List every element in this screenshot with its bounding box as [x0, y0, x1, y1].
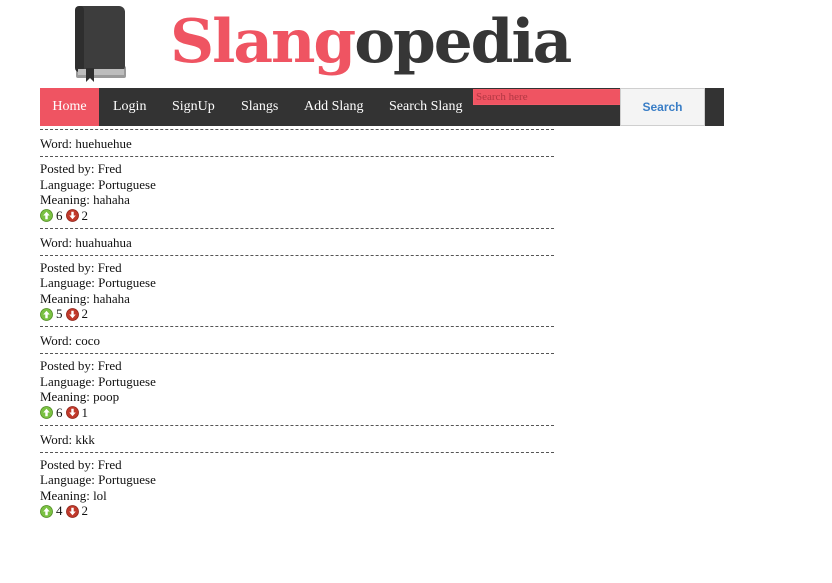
language: Language: Portuguese: [40, 472, 156, 487]
posted-by: Posted by: Fred: [40, 456, 122, 472]
upvote-count: 5: [56, 306, 63, 321]
nav-item-login[interactable]: Login: [113, 88, 146, 126]
language: Language: Portuguese: [40, 373, 156, 389]
nav-item-add-slang[interactable]: Add Slang: [304, 88, 364, 126]
slang-entry: Word: huehuehue Posted by: Fred Language…: [40, 129, 554, 228]
logo-rest-text: opedia: [354, 7, 572, 77]
slang-details: Posted by: Fred Language: Portuguese Mea…: [40, 157, 554, 228]
slang-word: Word: huahuahua: [40, 234, 132, 250]
vote-row: 6 1: [40, 405, 554, 421]
search-button[interactable]: Search: [620, 88, 705, 126]
downvote-arrow-icon[interactable]: [65, 209, 79, 222]
slang-word: Word: huehuehue: [40, 136, 132, 151]
language: Language: Portuguese: [40, 275, 156, 290]
downvote-count: 2: [81, 306, 89, 321]
downvote-arrow-icon[interactable]: [65, 504, 79, 518]
language: Language: Portuguese: [40, 176, 156, 192]
nav-item-search-slang[interactable]: Search Slang: [389, 88, 462, 126]
slang-list: Word: huehuehue Posted by: Fred Language…: [40, 129, 554, 523]
slang-details: Posted by: Fred Language: Portuguese Mea…: [40, 453, 554, 524]
meaning: Meaning: lol: [40, 487, 107, 503]
book-logo-icon: [75, 6, 126, 82]
downvote-count: 2: [81, 503, 89, 518]
vote-row: 6 2: [40, 208, 554, 224]
slang-word: Word: kkk: [40, 431, 95, 447]
posted-by: Posted by: Fred: [40, 259, 122, 275]
meaning: Meaning: poop: [40, 389, 120, 404]
downvote-count: 2: [81, 207, 89, 223]
site-logo-title: Slangopedia: [170, 0, 572, 88]
slang-word: Word: coco: [40, 333, 100, 348]
downvote-arrow-icon[interactable]: [65, 406, 79, 419]
posted-by: Posted by: Fred: [40, 358, 122, 373]
downvote-arrow-icon[interactable]: [65, 307, 79, 321]
downvote-count: 1: [81, 404, 89, 420]
slang-details: Posted by: Fred Language: Portuguese Mea…: [40, 256, 554, 327]
upvote-count: 6: [56, 207, 63, 223]
upvote-arrow-icon[interactable]: [40, 307, 53, 321]
slang-entry: Word: huahuahua Posted by: Fred Language…: [40, 227, 554, 327]
vote-row: 4 2: [40, 503, 554, 519]
slang-entry: Word: kkk Posted by: Fred Language: Port…: [40, 424, 554, 524]
nav-item-home[interactable]: Home: [40, 88, 99, 126]
vote-row: 5 2: [40, 306, 554, 322]
nav-item-slangs[interactable]: Slangs: [241, 88, 278, 126]
main-navbar: Home Login SignUp Slangs Add Slang Searc…: [40, 88, 724, 126]
nav-item-signup[interactable]: SignUp: [172, 88, 215, 126]
upvote-arrow-icon[interactable]: [40, 209, 53, 222]
slang-entry: Word: coco Posted by: Fred Language: Por…: [40, 326, 554, 425]
slang-details: Posted by: Fred Language: Portuguese Mea…: [40, 354, 554, 425]
search-input[interactable]: [473, 89, 623, 105]
posted-by: Posted by: Fred: [40, 161, 122, 176]
logo-accent-text: Slang: [170, 7, 356, 77]
meaning: Meaning: hahaha: [40, 290, 130, 306]
meaning: Meaning: hahaha: [40, 192, 130, 207]
upvote-count: 6: [56, 404, 63, 420]
upvote-count: 4: [56, 503, 63, 518]
upvote-arrow-icon[interactable]: [40, 504, 53, 518]
upvote-arrow-icon[interactable]: [40, 406, 53, 419]
